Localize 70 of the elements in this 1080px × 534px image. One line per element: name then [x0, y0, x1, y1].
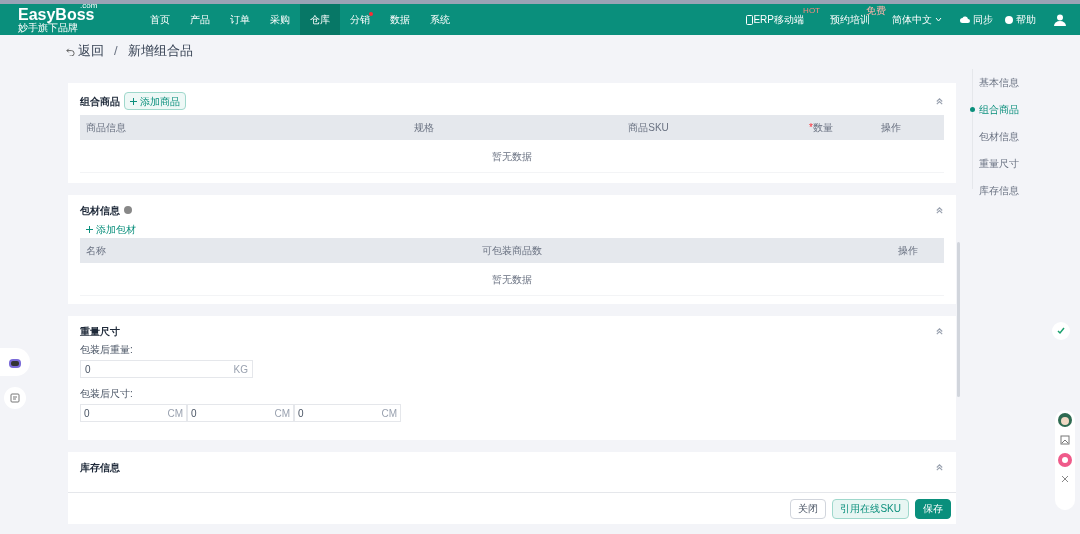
check-icon [1057, 327, 1065, 335]
column-header: 规格 [413, 121, 434, 135]
language-select[interactable]: 简体中文 [892, 12, 942, 27]
empty-text: 暂无数据 [492, 272, 532, 287]
hot-label: HOT [803, 5, 820, 15]
nav-tab[interactable]: 订单 [220, 4, 260, 35]
column-header: 可包装商品数 [481, 244, 543, 258]
user-icon[interactable] [1054, 13, 1066, 26]
collapse-icon[interactable] [935, 96, 944, 106]
breadcrumb-separator: / [114, 42, 118, 61]
nav-tab[interactable]: 首页 [140, 4, 180, 35]
logo-domain: .com [80, 1, 98, 10]
footer-button[interactable]: 引用在线SKU [832, 498, 909, 519]
notes-button[interactable] [4, 387, 26, 409]
column-header: 数量 [812, 121, 833, 135]
back-link[interactable]: 返回 [78, 41, 104, 61]
anchor-link[interactable]: 基本信息 [979, 75, 1019, 90]
add-packaging-link[interactable]: 添加包材 [96, 221, 136, 237]
anchor-link[interactable]: 组合商品 [979, 102, 1019, 117]
anchor-link[interactable]: 包材信息 [979, 129, 1019, 144]
size-input[interactable]: 0 CM [80, 404, 187, 422]
collapse-icon[interactable] [935, 326, 944, 336]
help-link[interactable]: 帮助 [1016, 12, 1036, 27]
avatar-icon[interactable] [1058, 413, 1072, 427]
field-label: 包装后重量: [80, 343, 133, 357]
sync-link[interactable]: 同步 [973, 12, 993, 27]
column-header: 商品信息 [86, 121, 126, 135]
size-input[interactable]: 0 CM [187, 404, 294, 422]
nav-tab[interactable]: 产品 [180, 4, 220, 35]
footer-button[interactable]: 关闭 [790, 498, 827, 519]
plus-icon [130, 97, 137, 105]
training-link[interactable]: 预约培训 [830, 14, 870, 25]
image-icon[interactable] [1060, 435, 1070, 445]
section-title: 重量尺寸 [80, 324, 120, 339]
field-label: 包装后尺寸: [80, 387, 133, 401]
document-icon [10, 393, 20, 403]
section-title: 包材信息 [80, 203, 120, 218]
free-label: 免费 [866, 4, 886, 16]
nav-tab[interactable]: 仓库 [300, 4, 340, 35]
weight-input[interactable]: 0 KG [80, 360, 253, 378]
close-icon[interactable] [1061, 475, 1069, 483]
anchor-link[interactable]: 重量尺寸 [979, 156, 1019, 171]
mobile-link[interactable]: ERP移动端 [753, 12, 804, 27]
column-header: 操作 [897, 244, 919, 258]
phone-icon [746, 14, 754, 25]
caret-icon [935, 17, 942, 22]
nav-tab[interactable]: 分销 [340, 4, 380, 35]
column-header: 操作 [881, 121, 901, 135]
column-header: 名称 [86, 244, 107, 258]
back-icon [66, 46, 75, 56]
column-header: 商品SKU [628, 121, 669, 135]
size-input[interactable]: 0 CM [294, 404, 401, 422]
add-product-button[interactable]: 添加商品 [124, 92, 186, 110]
float-button[interactable] [1052, 322, 1070, 340]
empty-text: 暂无数据 [492, 149, 532, 164]
required-mark: * [809, 121, 813, 135]
logo-tagline: 妙手旗下品牌 [18, 22, 78, 33]
plus-icon [86, 225, 93, 233]
collapse-icon[interactable] [935, 462, 944, 472]
nav-tab[interactable]: 数据 [380, 4, 420, 35]
nav-tab[interactable]: 系统 [420, 4, 460, 35]
assistant-button[interactable] [0, 348, 30, 376]
section-title: 组合商品 [80, 94, 120, 109]
cloud-icon [960, 16, 970, 23]
footer-button[interactable]: 保存 [915, 498, 951, 519]
anchor-link[interactable]: 库存信息 [979, 183, 1019, 198]
page-title: 新增组合品 [127, 42, 193, 61]
nav-tab[interactable]: 采购 [260, 4, 300, 35]
section-title: 库存信息 [80, 460, 120, 475]
collapse-icon[interactable] [935, 205, 944, 215]
